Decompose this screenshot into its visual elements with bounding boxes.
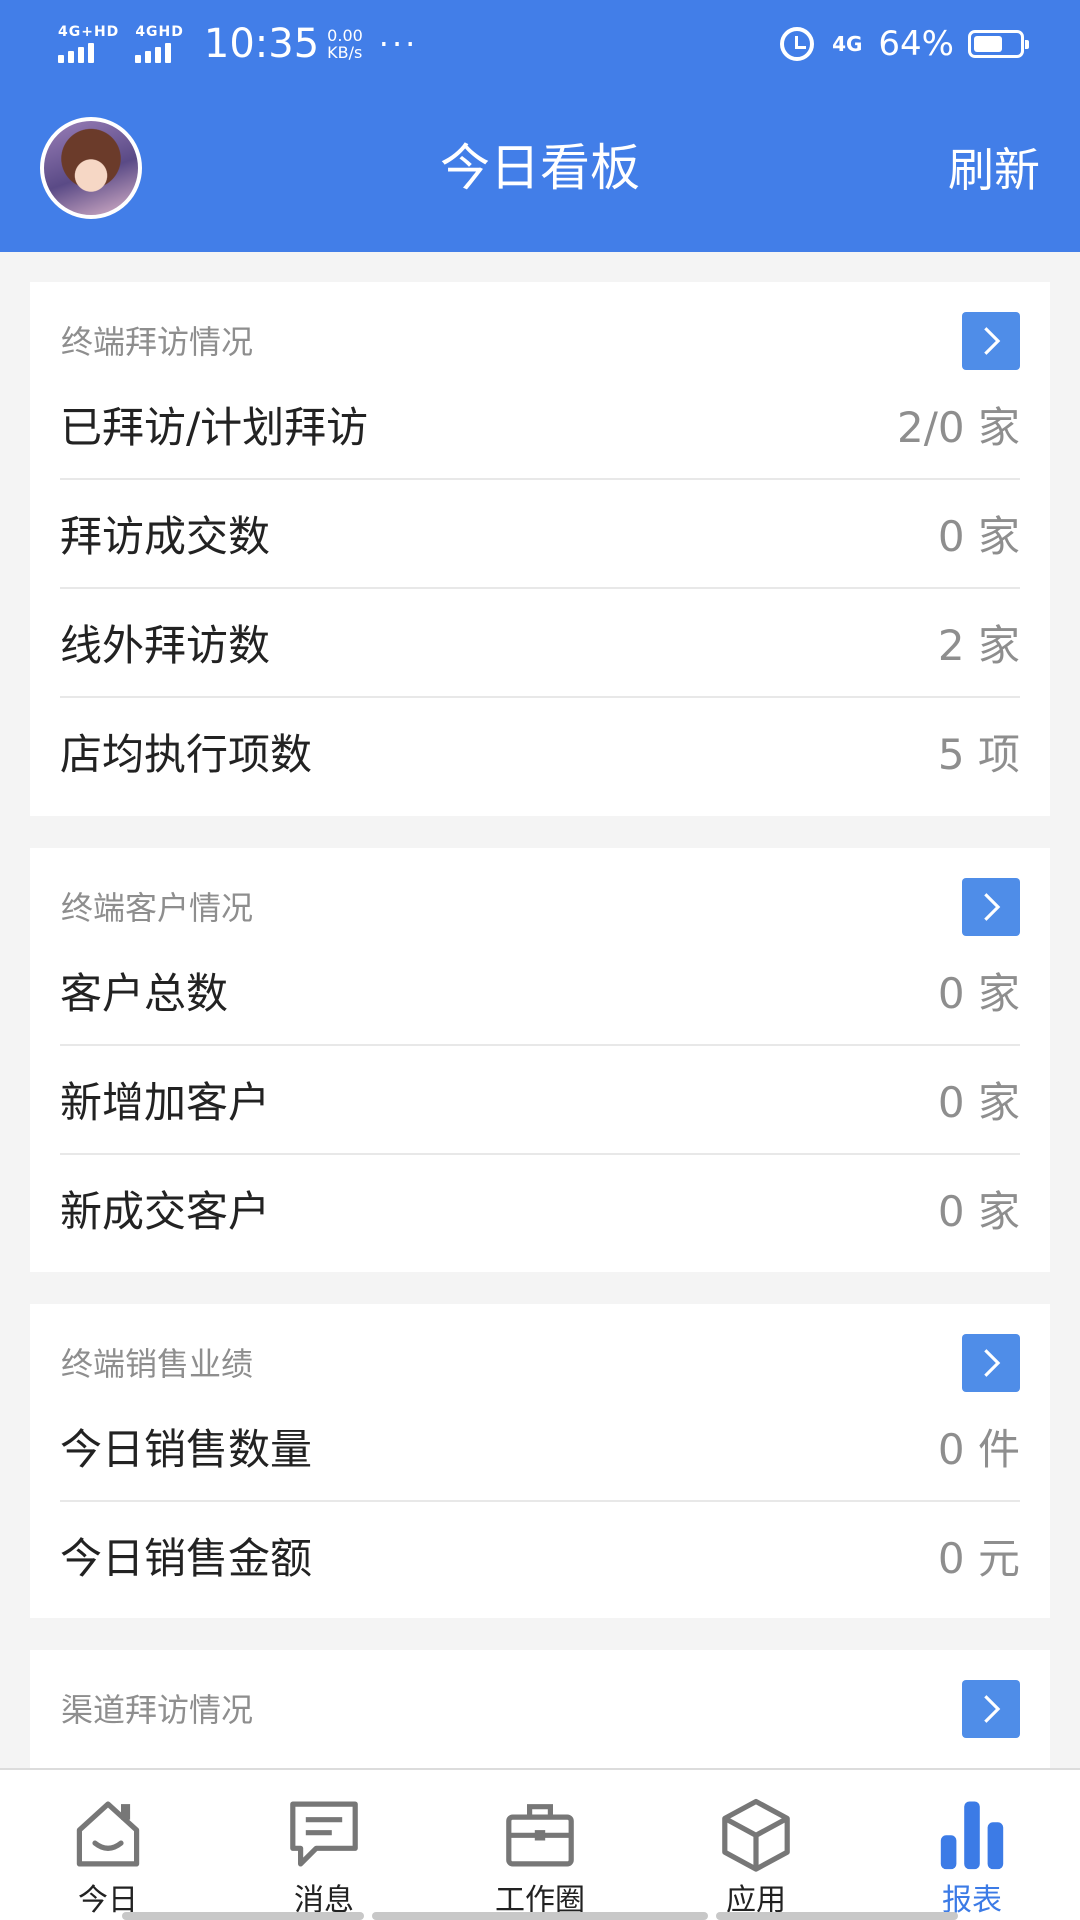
card-detail-button[interactable]: [962, 878, 1020, 936]
list-item[interactable]: 今日销售数量 0 件: [60, 1392, 1020, 1500]
row-value: 0 家: [937, 968, 1020, 1018]
battery-icon: [968, 30, 1029, 58]
card-title: 终端销售业绩: [61, 1345, 254, 1383]
row-label: 拜访成交数: [60, 512, 271, 561]
list-item[interactable]: 新增加客户 0 家: [60, 1044, 1020, 1153]
net-speed: 0.00 KB/s: [327, 27, 363, 61]
net-speed-unit: KB/s: [327, 43, 363, 62]
row-value: 2 家: [937, 621, 1020, 670]
refresh-button[interactable]: 刷新: [948, 142, 1040, 198]
row-value: 0 家: [937, 1078, 1020, 1127]
row-label: 店均执行项数: [60, 730, 313, 779]
row-label: 线外拜访数: [60, 621, 271, 670]
row-label: 新成交客户: [60, 1187, 271, 1236]
row-label: 新增加客户: [60, 1078, 271, 1127]
gesture-bar: [716, 1912, 958, 1920]
signal-icon: 4G+HD: [58, 25, 119, 63]
card-title: 终端客户情况: [61, 889, 254, 927]
gesture-bar: [122, 1912, 364, 1920]
row-value: 2/0 家: [897, 402, 1020, 452]
sim2-label: 4GHD: [135, 24, 184, 40]
cube-icon: [722, 1798, 790, 1872]
list-item[interactable]: 客户总数 0 家: [60, 936, 1020, 1044]
app-header: 4G+HD 4GHD 10:35 0.00 KB/s ··· 4G 64% 今日…: [0, 0, 1080, 252]
card-terminal-sales: 终端销售业绩 今日销售数量 0 件 今日销售金额 0 元: [30, 1304, 1050, 1618]
chevron-right-icon: [984, 1695, 1001, 1723]
chevron-right-icon: [984, 893, 1001, 921]
dashboard-screen: 4G+HD 4GHD 10:35 0.00 KB/s ··· 4G 64% 今日…: [0, 0, 1080, 1920]
sim1-label: 4G+HD: [58, 24, 120, 40]
row-value: 0 家: [937, 1187, 1020, 1236]
more-notifications-icon: ···: [378, 25, 419, 63]
row-value: 5 项: [937, 730, 1020, 779]
list-item[interactable]: 今日销售金额 0 元: [60, 1500, 1020, 1609]
status-right: 4G 64%: [780, 24, 1029, 64]
message-icon: [290, 1801, 358, 1867]
status-left: 4G+HD 4GHD 10:35 0.00 KB/s ···: [58, 24, 418, 64]
row-label: 已拜访/计划拜访: [60, 402, 369, 452]
list-item[interactable]: 新成交客户 0 家: [60, 1153, 1020, 1262]
net-speed-value: 0.00: [327, 26, 363, 45]
briefcase-icon: [506, 1804, 574, 1867]
card-terminal-customers: 终端客户情况 客户总数 0 家 新增加客户 0 家 新成交客户 0 家: [30, 848, 1050, 1272]
tab-messages[interactable]: 消息: [216, 1770, 432, 1920]
home-icon: [76, 1801, 140, 1867]
card-title: 渠道拜访情况: [61, 1691, 254, 1729]
status-time: 10:35: [203, 21, 320, 67]
list-item[interactable]: 已拜访/计划拜访 2/0 家: [60, 370, 1020, 478]
row-label: 今日销售数量: [60, 1424, 313, 1474]
card-terminal-visits: 终端拜访情况 已拜访/计划拜访 2/0 家 拜访成交数 0 家 线外拜访数 2 …: [30, 282, 1050, 816]
gesture-bar: [372, 1912, 708, 1920]
page-title: 今日看板: [440, 139, 640, 197]
tab-today[interactable]: 今日: [0, 1770, 216, 1920]
card-detail-button[interactable]: [962, 1334, 1020, 1392]
signal-icon: 4GHD: [135, 25, 184, 63]
row-label: 客户总数: [60, 968, 229, 1018]
row-label: 今日销售金额: [60, 1534, 313, 1583]
tab-work-circle[interactable]: 工作圈: [432, 1770, 648, 1920]
status-bar: 4G+HD 4GHD 10:35 0.00 KB/s ··· 4G 64%: [0, 0, 1080, 88]
card-detail-button[interactable]: [962, 1680, 1020, 1738]
list-item[interactable]: 线外拜访数 2 家: [60, 587, 1020, 696]
card-detail-button[interactable]: [962, 312, 1020, 370]
tab-apps[interactable]: 应用: [648, 1770, 864, 1920]
row-value: 0 家: [937, 512, 1020, 561]
chevron-right-icon: [984, 327, 1001, 355]
card-title: 终端拜访情况: [61, 323, 254, 361]
network-type: 4G: [832, 32, 863, 56]
list-item[interactable]: 店均执行项数 5 项: [60, 696, 1020, 805]
battery-percent: 64%: [878, 24, 954, 64]
row-value: 0 件: [937, 1424, 1020, 1474]
chevron-right-icon: [984, 1349, 1001, 1377]
alarm-icon: [780, 27, 815, 61]
list-item[interactable]: 拜访成交数 0 家: [60, 478, 1020, 587]
bottom-nav: 今日 消息 工作圈 应用 报表: [0, 1768, 1080, 1920]
row-value: 0 元: [937, 1534, 1020, 1583]
bar-chart-icon: [940, 1801, 1004, 1870]
tab-reports[interactable]: 报表: [864, 1770, 1080, 1920]
